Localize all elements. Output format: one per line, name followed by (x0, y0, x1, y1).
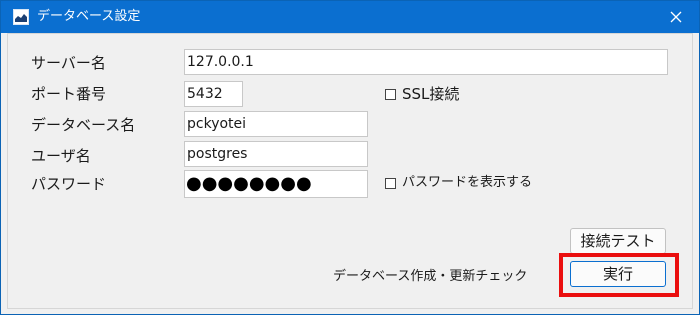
database-settings-window: データベース設定 サーバー名 127.0.0.1 ポート番号 5432 SSL接… (0, 0, 700, 315)
user-input[interactable]: postgres (184, 141, 368, 167)
status-text: データベース作成・更新チェック (333, 269, 528, 284)
show-password-checkbox[interactable]: パスワードを表示する (385, 174, 532, 192)
ssl-checkbox-label: SSL接続 (402, 85, 460, 103)
server-input[interactable]: 127.0.0.1 (184, 49, 668, 75)
title-bar: データベース設定 (1, 1, 699, 33)
database-label: データベース名 (31, 116, 136, 134)
close-icon (670, 8, 682, 27)
show-password-checkbox-box[interactable] (385, 177, 396, 189)
user-label: ユーザ名 (31, 147, 91, 165)
window-title: データベース設定 (37, 9, 141, 24)
server-label: サーバー名 (31, 54, 106, 72)
ssl-checkbox-box[interactable] (385, 88, 396, 100)
password-input[interactable]: ●●●●●●●● (184, 170, 368, 198)
ssl-checkbox[interactable]: SSL接続 (385, 84, 459, 104)
port-label: ポート番号 (31, 85, 107, 103)
app-icon (13, 9, 29, 25)
database-input[interactable]: pckyotei (184, 111, 368, 137)
test-connection-button[interactable]: 接続テスト (570, 228, 666, 254)
execute-button[interactable]: 実行 (570, 261, 666, 287)
password-label: パスワード (31, 175, 107, 193)
close-button[interactable] (653, 1, 699, 33)
port-input[interactable]: 5432 (184, 81, 243, 107)
show-password-label: パスワードを表示する (402, 175, 533, 190)
